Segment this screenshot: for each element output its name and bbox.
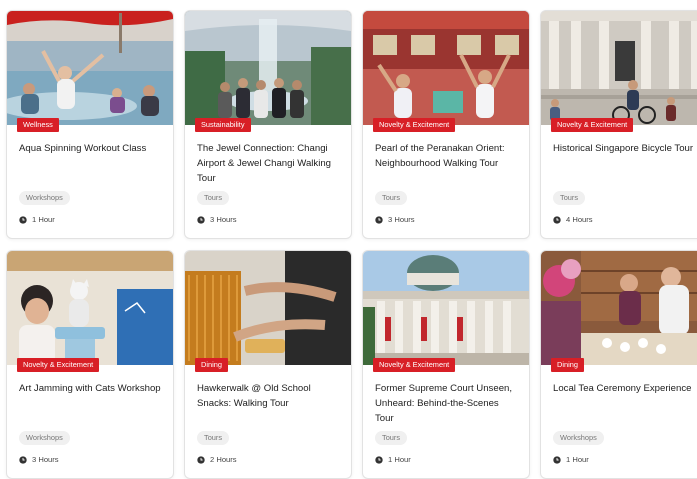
experience-card[interactable]: Dining Local Tea Ceremony Experience Wor… [540, 250, 697, 479]
card-title[interactable]: Local Tea Ceremony Experience [553, 381, 697, 396]
type-tag: Tours [197, 191, 230, 205]
duration: 1 Hour [553, 454, 589, 466]
aqua-spinning-photo[interactable] [7, 11, 173, 125]
type-tag: Tours [553, 191, 586, 205]
experience-card[interactable]: Novelty & Excitement Former Supreme Cour… [362, 250, 530, 479]
duration-text: 1 Hour [32, 215, 55, 224]
card-title[interactable]: Art Jamming with Cats Workshop [19, 381, 163, 396]
experience-card[interactable]: Sustainability The Jewel Connection: Cha… [184, 10, 352, 239]
type-tag: Workshops [19, 191, 70, 205]
card-title[interactable]: Former Supreme Court Unseen, Unheard: Be… [375, 381, 519, 426]
duration-text: 4 Hours [566, 215, 593, 224]
peranakan-shophouse-photo[interactable] [363, 11, 529, 125]
type-tag: Tours [375, 191, 408, 205]
duration-text: 2 Hours [210, 455, 237, 464]
duration: 4 Hours [553, 214, 593, 226]
experience-card[interactable]: Novelty & Excitement Historical Singapor… [540, 10, 697, 239]
jewel-waterfall-photo[interactable] [185, 11, 351, 125]
duration-text: 1 Hour [566, 455, 589, 464]
cats-art-photo[interactable] [7, 251, 173, 365]
category-badge: Dining [195, 358, 228, 372]
card-title[interactable]: Pearl of the Peranakan Orient: Neighbour… [375, 141, 519, 171]
kueh-snacks-photo[interactable] [185, 251, 351, 365]
duration-text: 1 Hour [388, 455, 411, 464]
experience-card-grid: Wellness Aqua Spinning Workout Class Wor… [0, 0, 697, 479]
clock-icon [19, 216, 27, 224]
experience-card[interactable]: Novelty & Excitement Art Jamming with Ca… [6, 250, 174, 479]
experience-card[interactable]: Dining Hawkerwalk @ Old School Snacks: W… [184, 250, 352, 479]
clock-icon [553, 216, 561, 224]
duration-text: 3 Hours [388, 215, 415, 224]
clock-icon [197, 216, 205, 224]
duration: 3 Hours [19, 454, 59, 466]
duration: 1 Hour [375, 454, 411, 466]
clock-icon [197, 456, 205, 464]
category-badge: Novelty & Excitement [17, 358, 100, 372]
category-badge: Novelty & Excitement [373, 118, 456, 132]
card-title[interactable]: Historical Singapore Bicycle Tour [553, 141, 697, 156]
clock-icon [19, 456, 27, 464]
card-title[interactable]: Hawkerwalk @ Old School Snacks: Walking … [197, 381, 341, 411]
category-badge: Sustainability [195, 118, 251, 132]
category-badge: Wellness [17, 118, 59, 132]
category-badge: Novelty & Excitement [373, 358, 456, 372]
experience-card[interactable]: Novelty & Excitement Pearl of the Perana… [362, 10, 530, 239]
type-tag: Workshops [19, 431, 70, 445]
type-tag: Workshops [553, 431, 604, 445]
category-badge: Novelty & Excitement [551, 118, 634, 132]
type-tag: Tours [197, 431, 230, 445]
type-tag: Tours [375, 431, 408, 445]
duration: 3 Hours [375, 214, 415, 226]
experience-card[interactable]: Wellness Aqua Spinning Workout Class Wor… [6, 10, 174, 239]
duration: 3 Hours [197, 214, 237, 226]
duration-text: 3 Hours [210, 215, 237, 224]
colonial-building-bicycle-photo[interactable] [541, 11, 697, 125]
card-title[interactable]: Aqua Spinning Workout Class [19, 141, 163, 156]
clock-icon [375, 456, 383, 464]
duration: 1 Hour [19, 214, 55, 226]
clock-icon [553, 456, 561, 464]
clock-icon [375, 216, 383, 224]
tea-ceremony-photo[interactable] [541, 251, 697, 365]
duration: 2 Hours [197, 454, 237, 466]
category-badge: Dining [551, 358, 584, 372]
card-title[interactable]: The Jewel Connection: Changi Airport & J… [197, 141, 341, 186]
duration-text: 3 Hours [32, 455, 59, 464]
supreme-court-building-photo[interactable] [363, 251, 529, 365]
